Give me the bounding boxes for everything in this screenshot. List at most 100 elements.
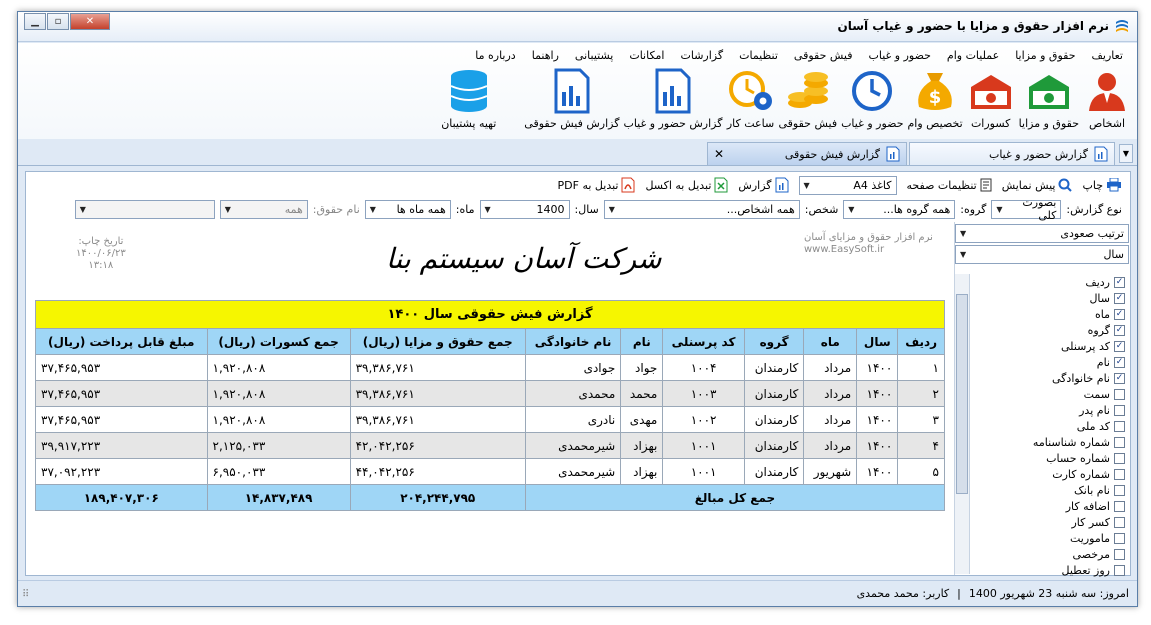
menu-salary[interactable]: حقوق و مزایا (1007, 46, 1083, 65)
checkbox[interactable] (1114, 532, 1125, 544)
export-pdf-button[interactable]: تبدیل به PDF (558, 177, 636, 193)
column-option[interactable]: مرخصی (971, 546, 1129, 562)
checkbox[interactable] (1114, 484, 1125, 496)
work-hours-button[interactable]: ساعت کار (727, 67, 775, 130)
group-select[interactable]: همه گروه ها... ▼ (843, 199, 956, 219)
salary-item-select[interactable]: ▼ (74, 199, 215, 219)
title-bar[interactable]: نرم افزار حقوق و مزایا با حضور و غیاب آس… (18, 12, 1137, 42)
month-select[interactable]: همه ماه ها ▼ (364, 199, 451, 219)
checkbox[interactable] (1114, 420, 1125, 432)
column-option[interactable]: ✓ کد پرسنلی (971, 338, 1129, 354)
checkbox[interactable]: ✓ (1114, 356, 1125, 368)
chevron-down-icon: ▼ (960, 229, 967, 238)
payslip-report-button[interactable]: گزارش فیش حقوقی (524, 67, 619, 130)
columns-sidebar: ترتیب صعودی ▼ سال ▼ ✓ ردیف ✓ سال ✓ ماه ✓ گروه … (954, 222, 1130, 578)
checkbox[interactable] (1114, 404, 1125, 416)
column-option[interactable]: نام پدر (971, 402, 1129, 418)
column-option[interactable]: کد ملی (971, 418, 1129, 434)
software-info: نرم افزار حقوق و مزایای آسان www.EasySof… (804, 232, 933, 255)
resize-grip-icon[interactable]: ⠿ (22, 589, 29, 600)
checkbox[interactable] (1114, 468, 1125, 480)
person-select[interactable]: همه اشخاص... ▼ (603, 199, 800, 219)
menu-definitions[interactable]: تعاریف (1084, 46, 1131, 65)
chevron-down-icon: ▼ (608, 204, 615, 214)
column-option[interactable]: شماره شناسنامه (971, 434, 1129, 450)
salary-benefits-button[interactable]: حقوق و مزایا (1019, 67, 1079, 130)
checklist-scrollbar[interactable] (955, 274, 970, 574)
menu-about[interactable]: درباره ما (467, 46, 523, 65)
checkbox[interactable]: ✓ (1114, 276, 1125, 288)
column-option[interactable]: ✓ گروه (971, 322, 1129, 338)
table-row: ۳ ۱۴۰۰ مرداد کارمندان ۱۰۰۲ مهدی نادری ۳۹,۳۸۶,۷۶… (35, 406, 945, 433)
menu-loans[interactable]: عملیات وام (939, 46, 1007, 65)
column-option[interactable]: کسر کار (971, 514, 1129, 530)
attendance-report-button[interactable]: گزارش حضور و غیاب (623, 67, 723, 130)
column-option[interactable]: ✓ ردیف (971, 274, 1129, 290)
document-tabs: ▼ گزارش حضور و غیاب گزارش فیش حقوقی ✕ (18, 139, 1137, 166)
sort-order-select[interactable]: ترتیب صعودی ▼ (955, 224, 1129, 243)
minimize-button[interactable]: ▁ (24, 13, 46, 30)
column-option[interactable]: نام بانک (971, 482, 1129, 498)
checkbox[interactable]: ✓ (1114, 292, 1125, 304)
loan-allocation-button[interactable]: $ تخصیص وام (908, 67, 963, 130)
checkbox[interactable] (1114, 388, 1125, 400)
column-option[interactable]: اضافه کار (971, 498, 1129, 514)
maximize-button[interactable]: ▫ (47, 13, 69, 30)
checkbox[interactable] (1114, 564, 1125, 576)
checkbox[interactable]: ✓ (1114, 308, 1125, 320)
page-settings-button[interactable]: تنظیمات صفحه (907, 178, 992, 192)
column-option[interactable]: ✓ ماه (971, 306, 1129, 322)
attendance-button[interactable]: حضور و غیاب (841, 67, 904, 130)
column-option[interactable]: سمت (971, 386, 1129, 402)
scroll-thumb[interactable] (956, 294, 968, 494)
column-option[interactable]: روز تعطیل (971, 562, 1129, 578)
app-window: نرم افزار حقوق و مزایا با حضور و غیاب آس… (17, 11, 1138, 607)
column-option[interactable]: ✓ سال (971, 290, 1129, 306)
checkbox[interactable] (1114, 436, 1125, 448)
checkbox[interactable]: ✓ (1114, 324, 1125, 336)
column-option[interactable]: ماموریت (971, 530, 1129, 546)
backup-button[interactable]: تهیه پشتیبان (441, 67, 496, 130)
total-deductions: ۱۴,۸۳۷,۴۸۹ (206, 484, 351, 511)
menu-settings[interactable]: تنظیمات (731, 46, 786, 65)
report-button[interactable]: گزارش (738, 177, 789, 193)
menu-reports[interactable]: گزارشات (673, 46, 732, 65)
deductions-button[interactable]: کسورات (967, 67, 1015, 130)
print-button[interactable]: چاپ (1082, 178, 1122, 192)
column-header: جمع کسورات (ریال) (206, 328, 351, 355)
chevron-down-icon: ▼ (79, 204, 86, 214)
column-option[interactable]: ✓ نام خانوادگی (971, 370, 1129, 386)
pdf-icon (621, 177, 635, 193)
menu-payslip[interactable]: فیش حقوقی (786, 46, 861, 65)
menu-tools[interactable]: امکانات (621, 46, 672, 65)
menu-attendance[interactable]: حضور و غیاب (860, 46, 938, 65)
salary-name-select[interactable]: همه ▼ (219, 199, 308, 219)
sort-field-select[interactable]: سال ▼ (955, 245, 1129, 264)
report-type-select[interactable]: بصورت کلی ▼ (991, 196, 1062, 222)
export-excel-button[interactable]: تبدیل به اکسل (645, 177, 728, 193)
column-option[interactable]: شماره کارت (971, 466, 1129, 482)
app-logo-icon (1116, 20, 1128, 32)
menu-support[interactable]: پشتیبانی (567, 46, 621, 65)
paper-size-select[interactable]: کاغذ A4 ▼ (798, 175, 897, 195)
close-button[interactable]: ✕ (70, 13, 110, 30)
preview-button[interactable]: پیش نمایش (1002, 178, 1073, 192)
checkbox[interactable] (1114, 516, 1125, 528)
print-date-block: تاریخ چاپ: ۱۴۰۰/۰۶/۲۳ ۱۳:۱۸ (76, 236, 126, 271)
checkbox[interactable]: ✓ (1114, 340, 1125, 352)
menu-help[interactable]: راهنما (524, 46, 567, 65)
tabs-dropdown-button[interactable]: ▼ (1119, 144, 1133, 163)
payslip-button[interactable]: فیش حقوقی (779, 67, 837, 130)
tab-attendance-report[interactable]: گزارش حضور و غیاب (909, 142, 1115, 165)
checkbox[interactable] (1114, 500, 1125, 512)
checkbox[interactable]: ✓ (1114, 372, 1125, 384)
report-toolbar: چاپ پیش نمایش تنظیمات صفحه کاغذ A4 ▼ گزا… (558, 174, 1130, 196)
checkbox[interactable] (1114, 548, 1125, 560)
close-tab-icon[interactable]: ✕ (714, 147, 724, 161)
year-select[interactable]: 1400 ▼ (479, 199, 570, 219)
column-option[interactable]: ✓ نام (971, 354, 1129, 370)
persons-button[interactable]: اشخاص (1083, 67, 1131, 130)
checkbox[interactable] (1114, 452, 1125, 464)
tab-payslip-report[interactable]: گزارش فیش حقوقی ✕ (707, 142, 907, 165)
column-option[interactable]: شماره حساب (971, 450, 1129, 466)
